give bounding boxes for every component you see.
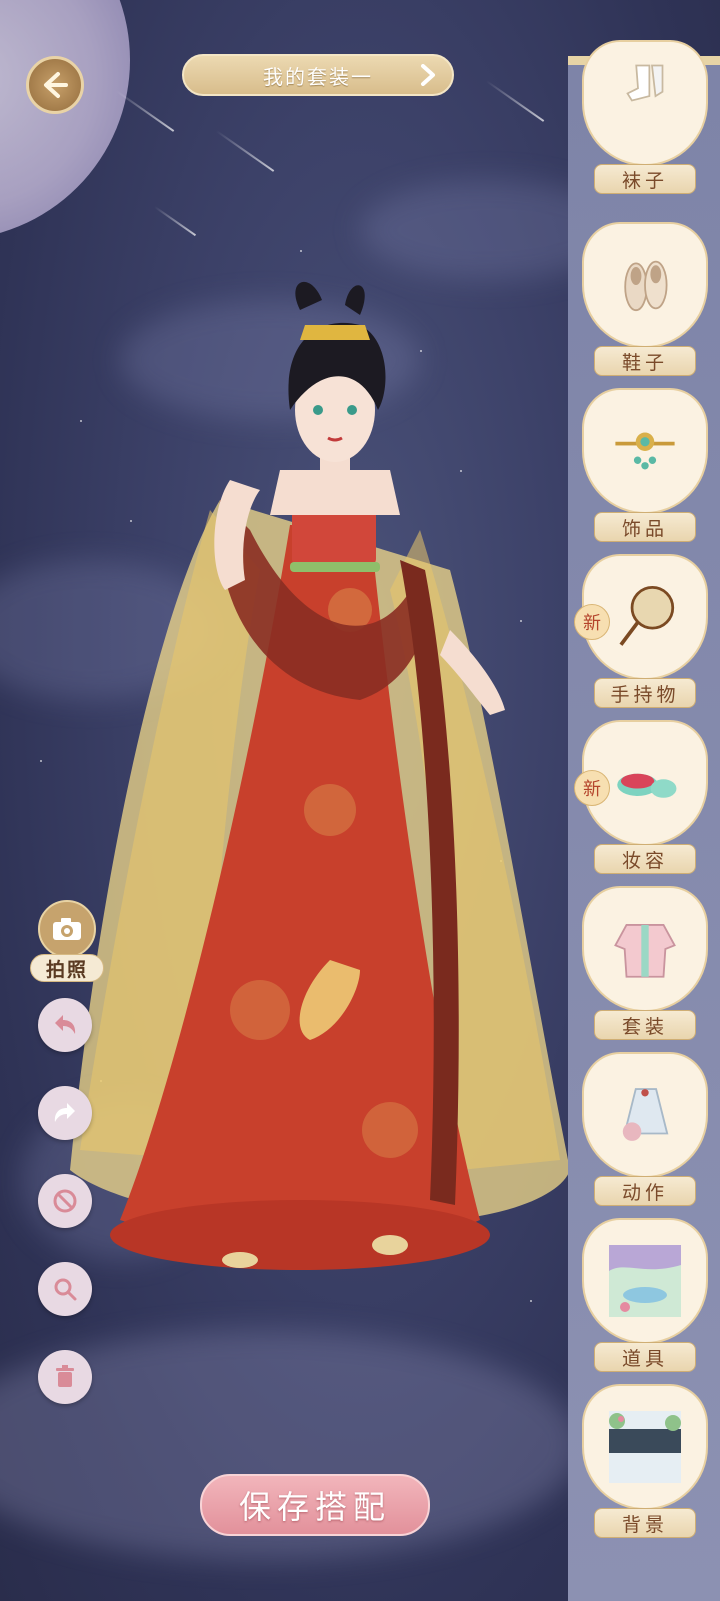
save-outfit-label: 保存搭配 (238, 1488, 391, 1526)
back-arrow-icon (44, 72, 68, 98)
chevron-right-icon[interactable] (418, 64, 438, 86)
character-figure (70, 281, 570, 1270)
category-pose[interactable]: 动作 (582, 1052, 708, 1212)
trash-icon (56, 1365, 74, 1387)
undo-button[interactable] (38, 998, 92, 1052)
outfit-name: 我的套装一 (263, 64, 373, 89)
category-label: 饰品 (594, 512, 696, 542)
search-icon (54, 1278, 77, 1301)
category-props[interactable]: 道具 (582, 1218, 708, 1378)
category-label: 妆容 (594, 844, 696, 874)
photo-button[interactable]: 拍照 (30, 900, 104, 982)
prohibited-icon (53, 1189, 77, 1213)
socks-icon (582, 40, 708, 166)
save-outfit-button[interactable]: 保存搭配 (200, 1474, 430, 1536)
clear-button[interactable] (38, 1174, 92, 1228)
outfit-icon (582, 886, 708, 1012)
background-icon (582, 1384, 708, 1510)
category-handheld[interactable]: 新 手持物 (574, 554, 708, 714)
category-label: 鞋子 (594, 346, 696, 376)
category-makeup[interactable]: 新 妆容 (574, 720, 708, 880)
zoom-button[interactable] (38, 1262, 92, 1316)
shooting-star (215, 130, 275, 172)
category-label: 手持物 (594, 678, 696, 708)
delete-button[interactable] (38, 1350, 92, 1404)
back-button[interactable] (26, 56, 84, 114)
category-outfit[interactable]: 套装 (582, 886, 708, 1046)
category-background[interactable]: 背景 (582, 1384, 708, 1544)
category-label: 道具 (594, 1342, 696, 1372)
new-badge: 新 (574, 770, 610, 806)
shooting-star (115, 90, 175, 132)
scenery-icon (582, 1218, 708, 1344)
category-label: 袜子 (594, 164, 696, 194)
star (40, 760, 42, 762)
hairpin-icon (582, 388, 708, 514)
category-label: 套装 (594, 1010, 696, 1040)
shoes-icon (582, 222, 708, 348)
redo-button[interactable] (38, 1086, 92, 1140)
photo-label: 拍照 (30, 954, 104, 982)
category-accessories[interactable]: 饰品 (582, 388, 708, 548)
camera-icon (38, 900, 96, 958)
category-shoes[interactable]: 鞋子 (582, 222, 708, 382)
star (530, 1300, 532, 1302)
pose-icon (582, 1052, 708, 1178)
shooting-star (485, 80, 545, 122)
category-label: 动作 (594, 1176, 696, 1206)
redo-icon (54, 1103, 75, 1122)
shooting-star (153, 205, 197, 237)
moon (0, 0, 130, 240)
star (300, 250, 302, 252)
undo-icon (55, 1015, 76, 1034)
new-badge: 新 (574, 604, 610, 640)
outfit-name-selector[interactable]: 我的套装一 (182, 54, 454, 96)
category-socks[interactable]: 袜子 (582, 40, 708, 200)
category-label: 背景 (594, 1508, 696, 1538)
